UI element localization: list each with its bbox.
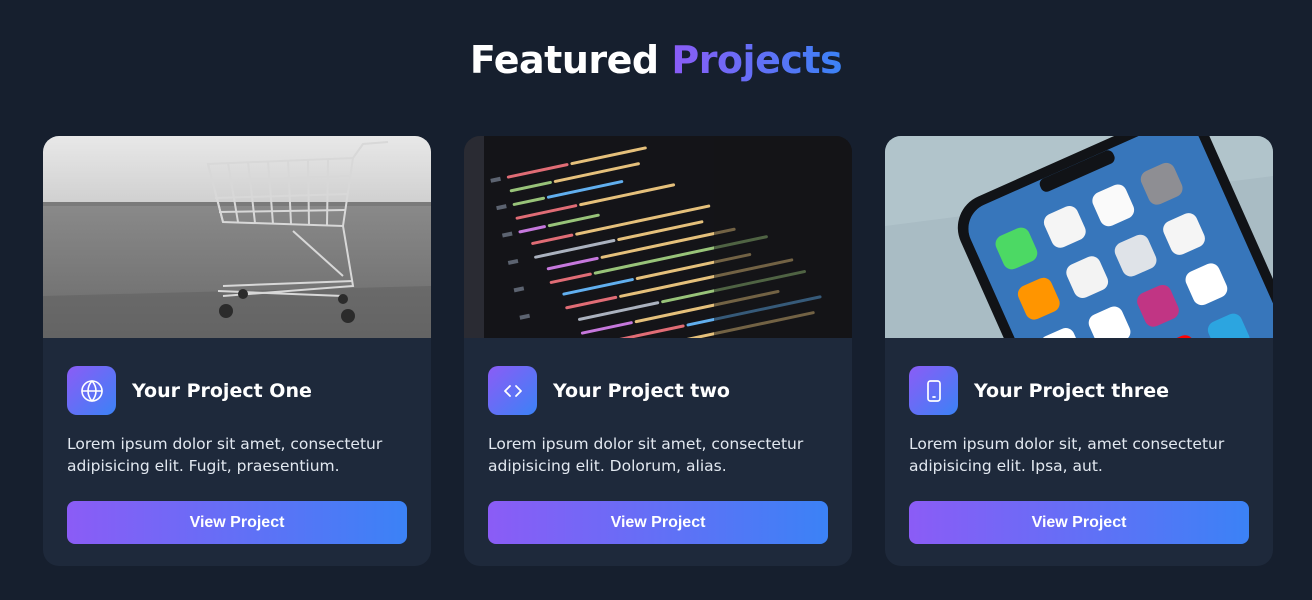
project-cards: Your Project One Lorem ipsum dolor sit a… [43,136,1273,566]
project-card-one: Your Project One Lorem ipsum dolor sit a… [43,136,431,566]
smartphone-photo [885,136,1273,338]
section-title: Featured Projects [0,38,1312,82]
project-icon-box [488,366,537,415]
project-title: Your Project One [132,379,312,402]
section-title-main: Featured [469,38,659,82]
project-card-three: Your Project three Lorem ipsum dolor sit… [885,136,1273,566]
project-title: Your Project three [974,379,1170,402]
project-description: Lorem ipsum dolor sit amet, consectetur … [67,435,383,475]
view-project-button[interactable]: View Project [67,501,407,544]
shopping-cart-photo [43,136,431,338]
code-icon [503,384,522,397]
project-icon-box [67,366,116,415]
project-description: Lorem ipsum dolor sit, amet consectetur … [909,435,1225,475]
project-title: Your Project two [553,379,730,402]
smartphone-icon [926,379,941,402]
project-description: Lorem ipsum dolor sit amet, consectetur … [488,435,804,475]
view-project-button[interactable]: View Project [909,501,1249,544]
globe-icon [80,379,103,402]
view-project-button[interactable]: View Project [488,501,828,544]
project-icon-box [909,366,958,415]
section-title-accent: Projects [671,38,843,82]
code-screen-photo [464,136,852,338]
project-card-two: Your Project two Lorem ipsum dolor sit a… [464,136,852,566]
